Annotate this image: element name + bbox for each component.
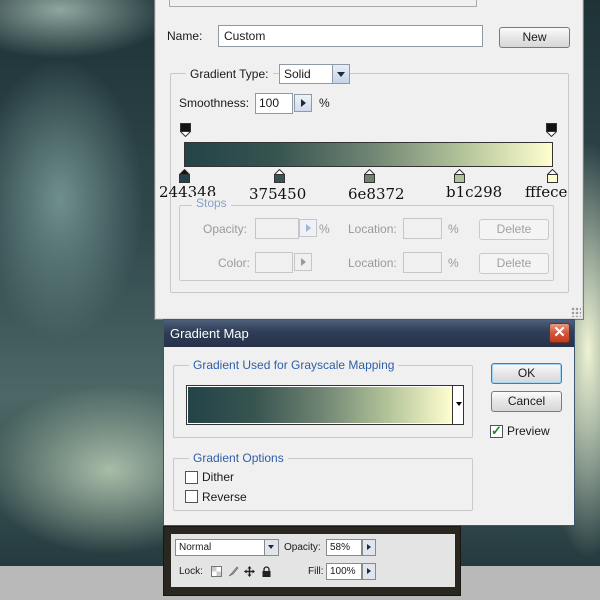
- resize-grip-icon[interactable]: [571, 307, 581, 317]
- name-label: Name:: [167, 29, 203, 43]
- lock-move-icon[interactable]: [244, 566, 255, 577]
- fill-label: Fill:: [308, 566, 324, 577]
- stop-opacity-unit: %: [319, 222, 330, 236]
- arrow-right-icon: [301, 258, 306, 266]
- color-stop-3[interactable]: [364, 169, 375, 183]
- layer-opacity-stepper[interactable]: [362, 539, 376, 556]
- ok-button[interactable]: OK: [491, 363, 562, 384]
- stop-opacity-label: Opacity:: [203, 222, 248, 236]
- opacity-stop-left[interactable]: [180, 123, 191, 137]
- lock-all-icon[interactable]: [261, 566, 272, 577]
- stop-label-3: 6e8372: [348, 185, 405, 203]
- stop-label-4: b1c298: [446, 183, 503, 201]
- name-input[interactable]: Custom: [218, 25, 483, 47]
- gradient-dropdown-button[interactable]: [452, 386, 463, 424]
- gradient-type-label: Gradient Type:: [186, 67, 273, 81]
- stop-color-picker-arrow[interactable]: [294, 253, 312, 271]
- blend-mode-value: Normal: [179, 542, 212, 553]
- lock-label: Lock:: [179, 566, 203, 577]
- new-button[interactable]: New: [499, 27, 570, 48]
- color-stop-2[interactable]: [274, 169, 285, 183]
- color-stop-1[interactable]: [179, 169, 190, 183]
- close-button[interactable]: ✕: [549, 323, 570, 343]
- close-icon: ✕: [553, 324, 566, 341]
- arrow-right-icon: [301, 99, 306, 107]
- check-icon: ✓: [491, 423, 502, 438]
- gradient-map-preview[interactable]: [188, 387, 452, 423]
- smoothness-label: Smoothness:: [179, 96, 250, 110]
- chevron-down-icon: [456, 402, 462, 406]
- dither-checkbox[interactable]: [185, 471, 198, 484]
- presets-area: [169, 0, 477, 7]
- blend-mode-select[interactable]: Normal: [175, 539, 279, 556]
- dialog-title: Gradient Map: [170, 326, 249, 341]
- opacity-stop-right[interactable]: [546, 123, 557, 137]
- stop-label-2: 375450: [249, 185, 307, 203]
- gradient-type-value: Solid: [284, 67, 311, 81]
- fill-stepper[interactable]: [362, 563, 376, 580]
- stop-color-location-input[interactable]: [403, 252, 442, 273]
- stop-color-location-unit: %: [448, 256, 459, 270]
- gradient-preview-bar[interactable]: [184, 142, 553, 167]
- fill-input[interactable]: 100%: [326, 563, 362, 580]
- dither-label: Dither: [202, 470, 235, 484]
- mapping-group-title: Gradient Used for Grayscale Mapping: [189, 358, 399, 372]
- smoothness-input[interactable]: 100: [255, 93, 293, 114]
- chevron-down-icon: [268, 545, 274, 549]
- gradient-map-dialog: Gradient Map ✕ Gradient Used for Graysca…: [163, 319, 575, 526]
- chevron-down-icon: [337, 72, 345, 77]
- layers-panel: Normal Opacity: 58% Lock: Fill: 100%: [163, 526, 461, 596]
- gradient-picker[interactable]: [186, 385, 464, 425]
- arrow-right-icon: [367, 544, 371, 550]
- gradient-editor-window: Name: Custom New Gradient Type: Solid Sm…: [154, 0, 584, 320]
- smoothness-stepper[interactable]: [294, 94, 312, 112]
- lock-brush-icon[interactable]: [228, 566, 239, 577]
- stop-opacity-stepper[interactable]: [299, 219, 317, 237]
- smoothness-unit: %: [319, 96, 330, 110]
- stop-opacity-location-label: Location:: [348, 222, 397, 236]
- options-group-title: Gradient Options: [189, 451, 288, 465]
- layer-opacity-input[interactable]: 58%: [326, 539, 362, 556]
- layer-opacity-label: Opacity:: [284, 542, 321, 553]
- lock-transparent-icon[interactable]: [211, 566, 222, 577]
- color-stop-4[interactable]: [454, 169, 465, 183]
- stop-color-label: Color:: [218, 256, 251, 270]
- dialog-titlebar[interactable]: Gradient Map: [164, 320, 574, 347]
- stop-color-location-label: Location:: [348, 256, 397, 270]
- reverse-checkbox[interactable]: [185, 490, 198, 503]
- color-stop-5[interactable]: [547, 169, 558, 183]
- stop-opacity-location-input[interactable]: [403, 218, 442, 239]
- gradient-type-select[interactable]: Solid: [279, 64, 350, 84]
- delete-color-stop-button[interactable]: Delete: [479, 253, 549, 274]
- preview-checkbox[interactable]: ✓: [490, 423, 503, 438]
- stop-color-swatch[interactable]: [255, 252, 293, 273]
- stops-group-title: Stops: [192, 196, 231, 210]
- stop-opacity-location-unit: %: [448, 222, 459, 236]
- cancel-button[interactable]: Cancel: [491, 391, 562, 412]
- arrow-right-icon: [367, 568, 371, 574]
- arrow-right-icon: [306, 224, 311, 232]
- delete-opacity-stop-button[interactable]: Delete: [479, 219, 549, 240]
- stop-opacity-input[interactable]: [255, 218, 299, 239]
- preview-label: Preview: [507, 424, 550, 438]
- reverse-label: Reverse: [202, 490, 247, 504]
- stop-label-5: fffece: [525, 183, 568, 201]
